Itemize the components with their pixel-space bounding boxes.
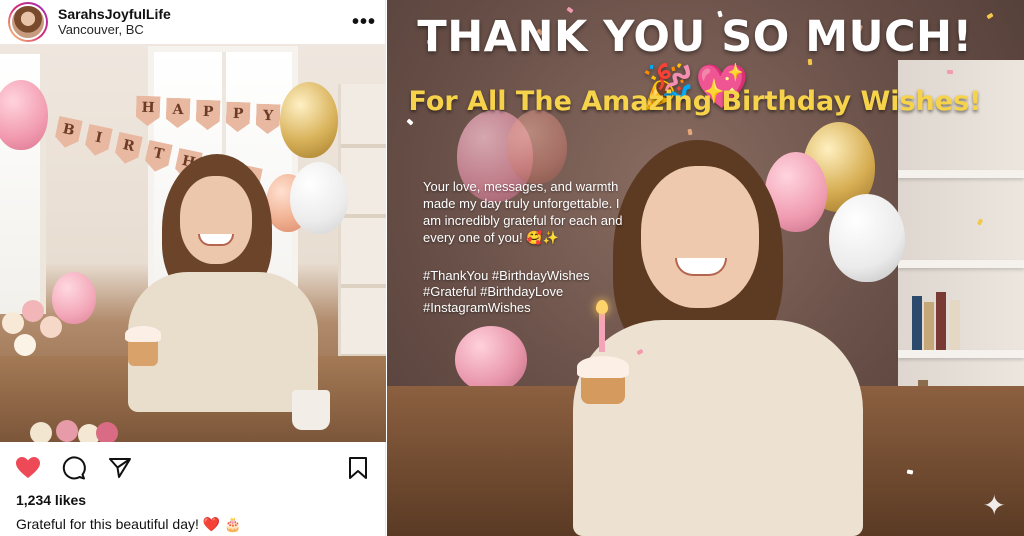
avatar[interactable] [8, 2, 48, 42]
confetti-piece [687, 128, 693, 136]
flower-bouquet [0, 272, 120, 442]
post-header: SarahsJoyfulLife Vancouver, BC ••• [0, 0, 386, 44]
send-icon [109, 458, 131, 478]
banner-pennant: I [83, 124, 113, 158]
save-button[interactable] [344, 454, 372, 482]
comment-bubble-icon [62, 456, 86, 480]
more-options-button[interactable]: ••• [352, 11, 376, 34]
hashtag-line[interactable]: #InstagramWishes [423, 300, 633, 316]
balloon-gold [280, 82, 338, 158]
balloon-pink-low [455, 326, 527, 392]
location[interactable]: Vancouver, BC [58, 22, 171, 38]
candle [599, 310, 605, 352]
subheadline: For All The Amazing Birthday Wishes! [408, 86, 982, 117]
thank-you-graphic: THANK YOU SO MUCH! 🎉💖 For All The Amazin… [387, 0, 1024, 536]
comment-button[interactable] [60, 454, 88, 482]
confetti-piece [906, 469, 914, 475]
heart-icon [16, 457, 40, 478]
confetti-piece [406, 118, 414, 126]
sweater [573, 320, 863, 536]
face [180, 176, 252, 264]
share-button[interactable] [106, 454, 134, 482]
hashtags: #ThankYou #BirthdayWishes #Grateful #Bir… [423, 268, 633, 316]
sparkle-icon: ✦ [982, 490, 1006, 521]
face [641, 166, 759, 308]
likes-count[interactable]: 1,234 likes [16, 492, 86, 508]
cupcake [125, 326, 161, 366]
instagram-post: SarahsJoyfulLife Vancouver, BC ••• HAPPY… [0, 0, 386, 536]
balloon-rose [507, 110, 567, 184]
thank-you-message: Your love, messages, and warmth made my … [423, 179, 623, 245]
user-block: SarahsJoyfulLife Vancouver, BC [58, 6, 171, 37]
avatar-photo [10, 4, 46, 40]
like-button[interactable] [14, 454, 42, 482]
mug [292, 390, 330, 430]
banner-pennant: B [53, 116, 83, 150]
post-caption: Grateful for this beautiful day! ❤️ 🎂 [16, 516, 242, 532]
cupcake [577, 356, 629, 404]
bookmark-icon [349, 457, 367, 479]
post-photo[interactable]: HAPPY BIRTHDA [0, 44, 386, 442]
balloon-pink [0, 80, 48, 150]
hashtag-line[interactable]: #ThankYou #BirthdayWishes [423, 268, 633, 284]
post-actions [0, 450, 386, 486]
hashtag-line[interactable]: #Grateful #BirthdayLove [423, 284, 633, 300]
username[interactable]: SarahsJoyfulLife [58, 6, 171, 22]
woman [128, 154, 318, 414]
